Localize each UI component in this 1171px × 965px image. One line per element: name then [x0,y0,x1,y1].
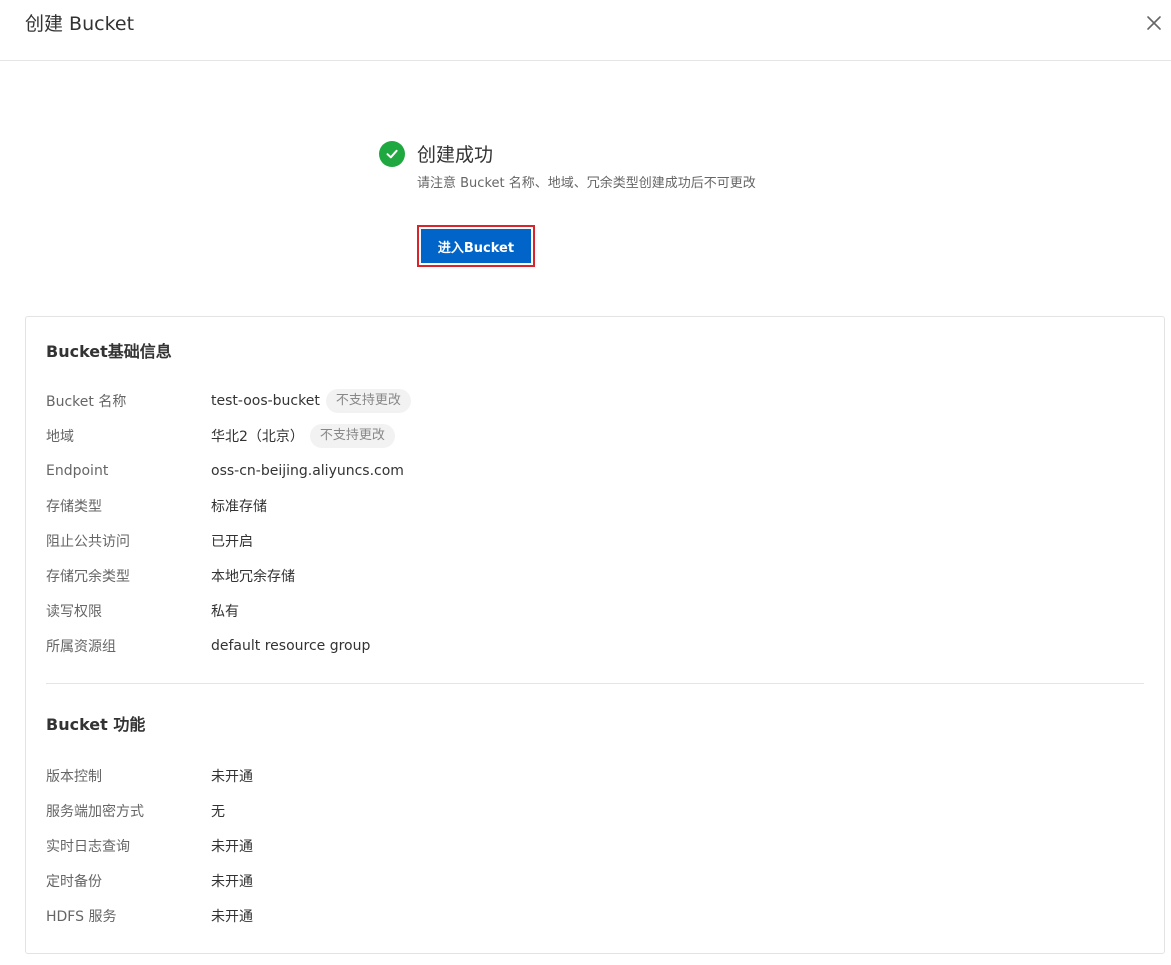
feature-row-encryption: 服务端加密方式 无 [46,797,225,825]
redundancy-value: 本地冗余存储 [211,569,295,585]
info-value: 华北2（北京） 不支持更改 [211,424,395,448]
encryption-value: 无 [211,804,225,820]
info-row-storage-class: 存储类型 标准存储 [46,492,267,520]
info-row-endpoint: Endpoint oss-cn-beijing.aliyuncs.com [46,457,404,485]
storage-class-value: 标准存储 [211,499,267,515]
info-label: 存储类型 [46,499,102,515]
info-row-redundancy: 存储冗余类型 本地冗余存储 [46,562,295,590]
feature-row-versioning: 版本控制 未开通 [46,762,253,790]
resource-group-value: default resource group [211,638,371,654]
feature-label: 版本控制 [46,769,102,785]
info-label: 所属资源组 [46,639,116,655]
feature-label: 服务端加密方式 [46,804,144,820]
info-label: 阻止公共访问 [46,534,130,550]
scheduled-backup-value: 未开通 [211,874,253,890]
acl-value: 私有 [211,604,239,620]
info-row-resource-group: 所属资源组 default resource group [46,632,370,660]
not-editable-tag: 不支持更改 [325,389,411,413]
feature-label: HDFS 服务 [46,909,117,925]
info-row-block-public-access: 阻止公共访问 已开启 [46,527,253,555]
block-public-access-value: 已开启 [211,534,253,550]
info-label: Bucket 名称 [46,394,127,410]
hdfs-value: 未开通 [211,909,253,925]
enter-bucket-highlight: 进入Bucket [417,225,535,267]
info-label: 读写权限 [46,604,102,620]
basic-info-title: Bucket基础信息 [46,342,172,361]
feature-row-realtime-log: 实时日志查询 未开通 [46,832,253,860]
info-label: 地域 [46,429,74,445]
info-label: Endpoint [46,463,109,479]
bucket-name-value: test-oos-bucket [211,393,320,409]
endpoint-value: oss-cn-beijing.aliyuncs.com [211,463,404,479]
close-button[interactable] [1143,12,1165,34]
section-divider [46,683,1144,684]
success-title: 创建成功 [417,144,494,166]
info-row-acl: 读写权限 私有 [46,597,239,625]
feature-label: 定时备份 [46,874,102,890]
success-description: 请注意 Bucket 名称、地域、冗余类型创建成功后不可更改 [417,176,756,191]
close-icon [1147,16,1161,30]
feature-row-hdfs: HDFS 服务 未开通 [46,902,253,930]
enter-bucket-button[interactable]: 进入Bucket [421,229,531,263]
feature-row-scheduled-backup: 定时备份 未开通 [46,867,253,895]
region-value: 华北2（北京） [211,429,304,445]
bucket-info-card: Bucket基础信息 Bucket 名称 test-oos-bucket 不支持… [25,316,1165,954]
dialog-title: 创建 Bucket [25,13,135,35]
info-value: test-oos-bucket 不支持更改 [211,389,411,413]
info-row-region: 地域 华北2（北京） 不支持更改 [46,422,395,450]
versioning-value: 未开通 [211,769,253,785]
feature-label: 实时日志查询 [46,839,130,855]
realtime-log-value: 未开通 [211,839,253,855]
info-row-bucket-name: Bucket 名称 test-oos-bucket 不支持更改 [46,387,411,415]
features-title: Bucket 功能 [46,715,146,734]
info-label: 存储冗余类型 [46,569,130,585]
check-circle-icon [379,141,405,167]
not-editable-tag: 不支持更改 [309,424,395,448]
dialog-header: 创建 Bucket [0,0,1171,61]
